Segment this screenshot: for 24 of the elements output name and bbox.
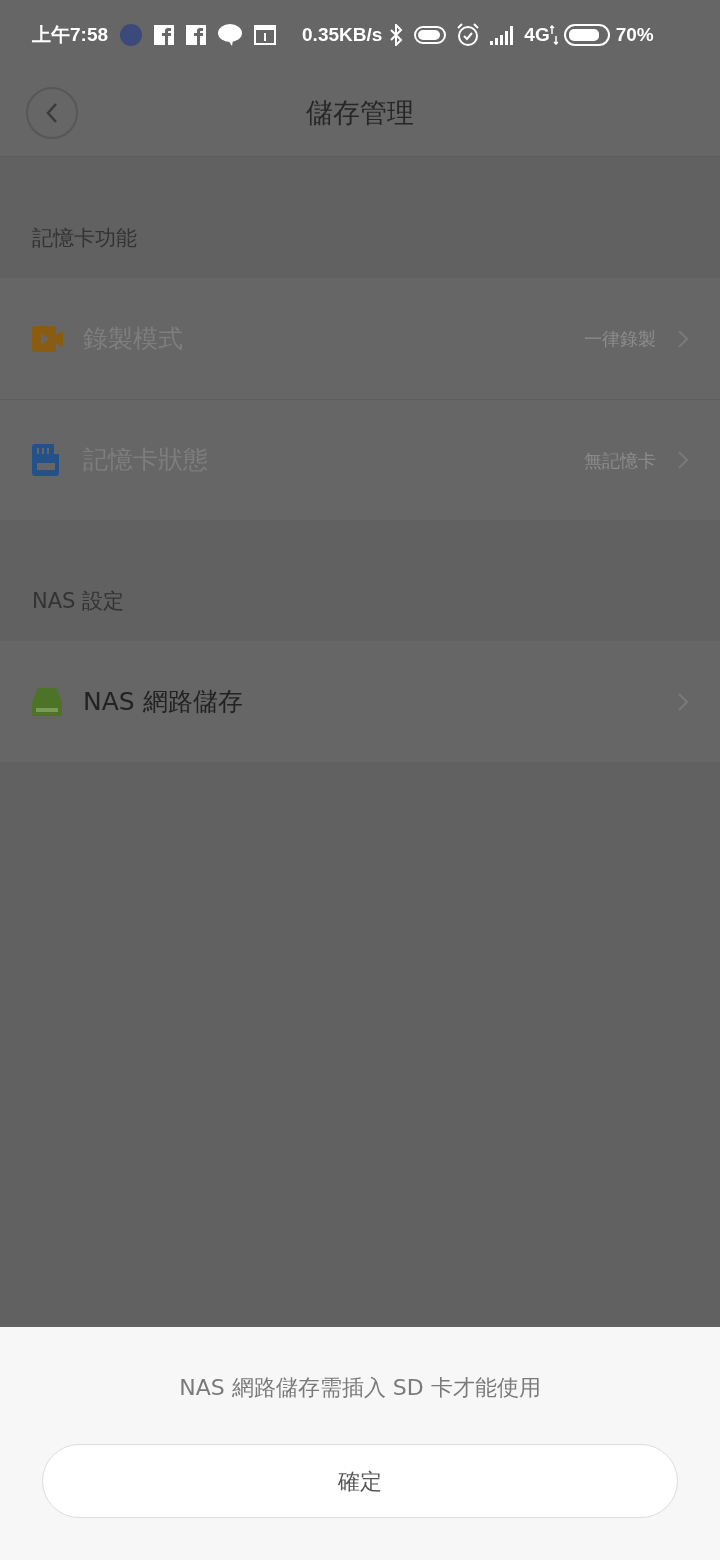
video-camera-icon <box>32 325 64 352</box>
dialog-message: NAS 網路儲存需插入 SD 卡才能使用 <box>179 1374 541 1402</box>
back-button[interactable] <box>26 87 78 139</box>
page-title: 儲存管理 <box>306 95 414 130</box>
calendar-icon <box>254 25 277 45</box>
network-speed: 0.35KB/s <box>302 22 383 47</box>
sd-card-icon <box>32 444 60 476</box>
bluetooth-icon <box>388 24 405 46</box>
chat-bubble-icon <box>218 24 243 46</box>
status-time: 上午7:58 <box>32 22 109 47</box>
confirm-button[interactable]: 確定 <box>42 1444 678 1518</box>
data-arrows-icon <box>549 25 558 45</box>
settings-row[interactable]: NAS 網路儲存 <box>0 641 720 762</box>
toggle-icon <box>414 25 447 45</box>
avatar-icon <box>120 24 143 46</box>
drive-icon <box>32 687 62 716</box>
row-label: NAS 網路儲存 <box>83 685 243 718</box>
back-icon <box>46 103 58 123</box>
battery-percent: 70% <box>615 22 654 47</box>
facebook-icon <box>154 25 175 45</box>
facebook-icon <box>186 25 207 45</box>
network-type: 4G <box>524 22 550 47</box>
battery-icon <box>563 24 610 46</box>
alarm-clock-icon <box>456 23 481 47</box>
